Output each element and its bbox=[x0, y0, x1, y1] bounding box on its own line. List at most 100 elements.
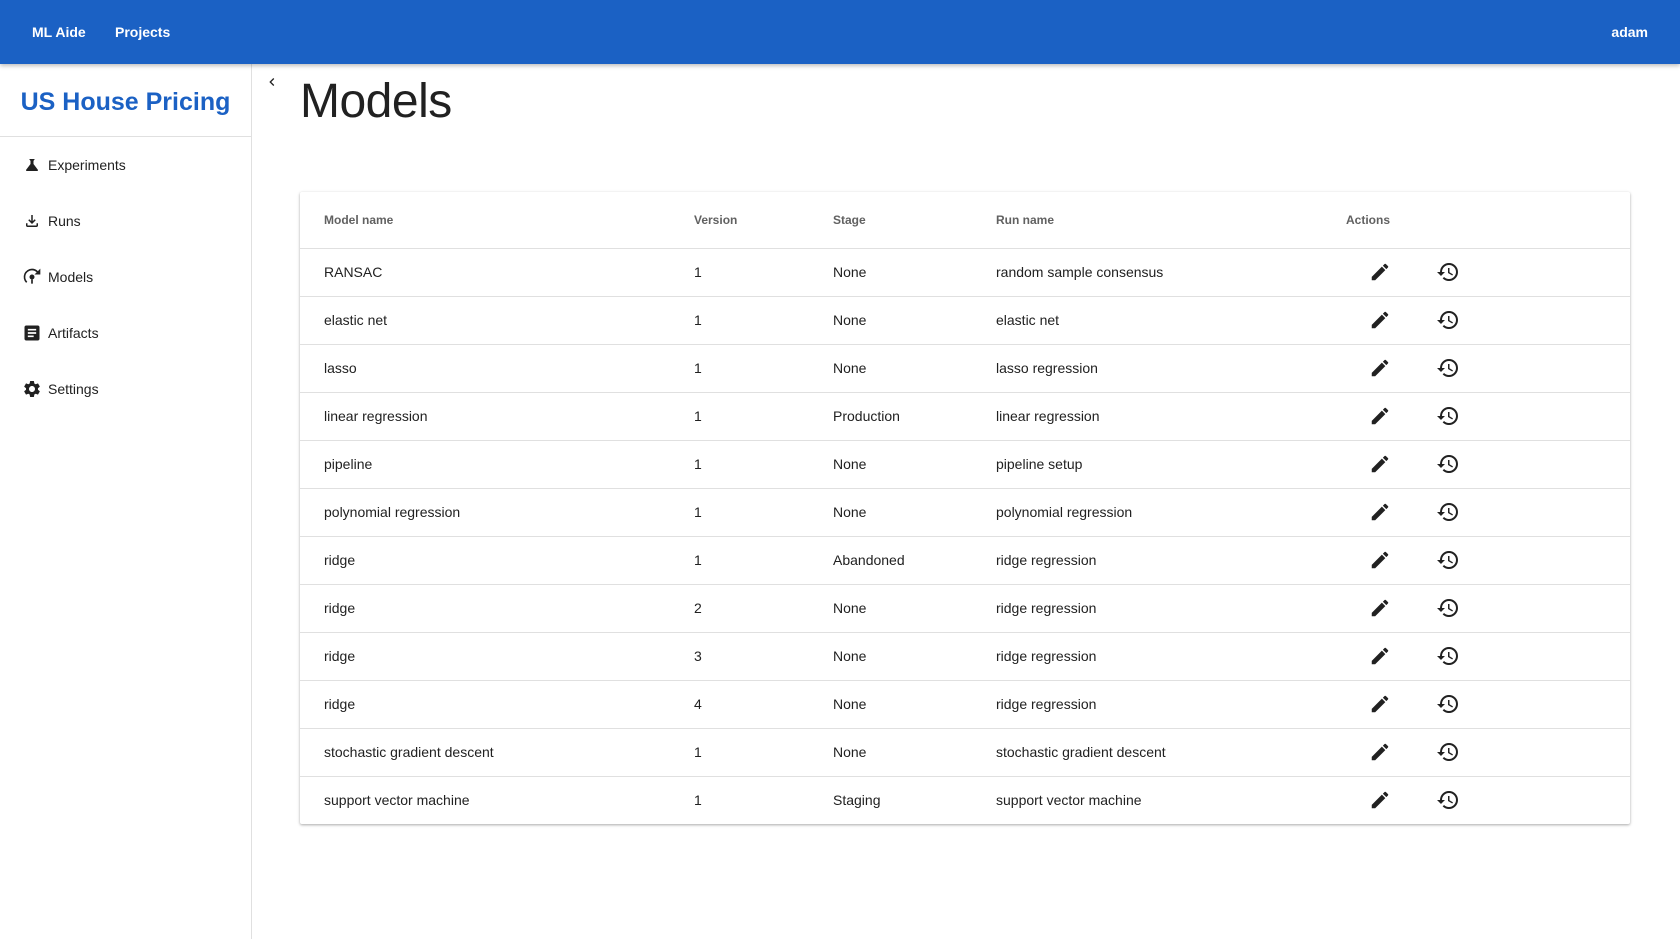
cell-model-name[interactable]: RANSAC bbox=[300, 248, 694, 297]
model-name[interactable]: pipeline bbox=[324, 456, 372, 472]
run-name[interactable]: random sample consensus bbox=[996, 264, 1163, 280]
cell-model-name[interactable]: stochastic gradient descent bbox=[300, 728, 694, 777]
run-name[interactable]: ridge regression bbox=[996, 600, 1096, 616]
history-button[interactable] bbox=[1436, 596, 1460, 620]
brand-link[interactable]: ML Aide bbox=[32, 0, 86, 64]
run-name[interactable]: ridge regression bbox=[996, 648, 1096, 664]
sidebar-item-settings[interactable]: Settings bbox=[0, 361, 251, 417]
run-name[interactable]: linear regression bbox=[996, 408, 1100, 424]
edit-button[interactable] bbox=[1368, 740, 1392, 764]
edit-button[interactable] bbox=[1368, 260, 1392, 284]
model-name[interactable]: RANSAC bbox=[324, 264, 382, 280]
history-button[interactable] bbox=[1436, 740, 1460, 764]
cell-version: 1 bbox=[694, 296, 833, 345]
cell-model-name[interactable]: ridge bbox=[300, 584, 694, 633]
table-row: RANSAC 1 None random sample consensus bbox=[300, 248, 1630, 297]
cell-model-name[interactable]: ridge bbox=[300, 680, 694, 729]
table-row: polynomial regression 1 None polynomial … bbox=[300, 488, 1630, 537]
run-name[interactable]: elastic net bbox=[996, 312, 1059, 328]
run-name[interactable]: pipeline setup bbox=[996, 456, 1082, 472]
cell-actions bbox=[1346, 680, 1630, 729]
cell-version: 1 bbox=[694, 248, 833, 297]
model-stage: Abandoned bbox=[833, 552, 905, 568]
run-name[interactable]: ridge regression bbox=[996, 552, 1096, 568]
history-button[interactable] bbox=[1436, 500, 1460, 524]
cell-actions bbox=[1346, 392, 1630, 441]
cell-model-name[interactable]: polynomial regression bbox=[300, 488, 694, 537]
run-name[interactable]: stochastic gradient descent bbox=[996, 744, 1166, 760]
edit-button[interactable] bbox=[1368, 788, 1392, 812]
edit-button[interactable] bbox=[1368, 452, 1392, 476]
cell-model-name[interactable]: ridge bbox=[300, 632, 694, 681]
sidebar-item-label: Artifacts bbox=[48, 325, 99, 341]
sidebar-item-experiments[interactable]: Experiments bbox=[0, 137, 251, 193]
model-name[interactable]: ridge bbox=[324, 552, 355, 568]
history-icon bbox=[1436, 599, 1458, 617]
cell-actions bbox=[1346, 776, 1630, 824]
history-button[interactable] bbox=[1436, 356, 1460, 380]
sidebar-item-artifacts[interactable]: Artifacts bbox=[0, 305, 251, 361]
model-stage: Staging bbox=[833, 792, 881, 809]
model-name[interactable]: stochastic gradient descent bbox=[324, 744, 494, 760]
history-icon bbox=[1436, 263, 1458, 281]
cell-actions bbox=[1346, 632, 1630, 681]
edit-icon bbox=[1371, 791, 1389, 809]
table-row: stochastic gradient descent 1 None stoch… bbox=[300, 728, 1630, 777]
run-name[interactable]: lasso regression bbox=[996, 360, 1098, 376]
history-button[interactable] bbox=[1436, 260, 1460, 284]
model-name[interactable]: elastic net bbox=[324, 312, 387, 328]
cell-model-name[interactable]: linear regression bbox=[300, 392, 694, 441]
edit-button[interactable] bbox=[1368, 308, 1392, 332]
table-row: ridge 1 Abandoned ridge regression bbox=[300, 536, 1630, 585]
cell-model-name[interactable]: pipeline bbox=[300, 440, 694, 489]
cell-model-name[interactable]: ridge bbox=[300, 536, 694, 585]
cell-run-name: ridge regression bbox=[996, 584, 1346, 633]
cell-version: 1 bbox=[694, 440, 833, 489]
cell-stage: None bbox=[833, 680, 996, 729]
cell-model-name[interactable]: lasso bbox=[300, 344, 694, 393]
cell-model-name[interactable]: support vector machine bbox=[300, 776, 694, 824]
cell-model-name[interactable]: elastic net bbox=[300, 296, 694, 345]
history-button[interactable] bbox=[1436, 788, 1460, 812]
cell-run-name: ridge regression bbox=[996, 536, 1346, 585]
edit-button[interactable] bbox=[1368, 548, 1392, 572]
model-stage: None bbox=[833, 648, 867, 664]
edit-icon bbox=[1371, 551, 1389, 569]
model-name[interactable]: ridge bbox=[324, 600, 355, 616]
history-button[interactable] bbox=[1436, 404, 1460, 428]
edit-button[interactable] bbox=[1368, 692, 1392, 716]
history-button[interactable] bbox=[1436, 644, 1460, 668]
run-name[interactable]: polynomial regression bbox=[996, 504, 1132, 520]
sidebar-item-models[interactable]: Models bbox=[0, 249, 251, 305]
edit-button[interactable] bbox=[1368, 404, 1392, 428]
cell-actions bbox=[1346, 728, 1630, 777]
sidebar-item-runs[interactable]: Runs bbox=[0, 193, 251, 249]
cell-actions bbox=[1346, 248, 1630, 297]
history-button[interactable] bbox=[1436, 548, 1460, 572]
run-name[interactable]: support vector machine bbox=[996, 792, 1142, 808]
model-name[interactable]: polynomial regression bbox=[324, 504, 460, 520]
model-name[interactable]: ridge bbox=[324, 648, 355, 664]
cell-version: 4 bbox=[694, 680, 833, 729]
cell-run-name: support vector machine bbox=[996, 776, 1346, 824]
cell-actions bbox=[1346, 344, 1630, 393]
collapse-sidebar-button[interactable] bbox=[262, 74, 282, 94]
edit-button[interactable] bbox=[1368, 500, 1392, 524]
run-name[interactable]: ridge regression bbox=[996, 696, 1096, 712]
history-button[interactable] bbox=[1436, 692, 1460, 716]
edit-button[interactable] bbox=[1368, 644, 1392, 668]
model-version: 1 bbox=[694, 360, 702, 376]
history-button[interactable] bbox=[1436, 452, 1460, 476]
edit-button[interactable] bbox=[1368, 356, 1392, 380]
model-name[interactable]: linear regression bbox=[324, 408, 428, 424]
cell-stage: None bbox=[833, 440, 996, 489]
model-name[interactable]: lasso bbox=[324, 360, 357, 376]
projects-link[interactable]: Projects bbox=[115, 0, 170, 64]
edit-button[interactable] bbox=[1368, 596, 1392, 620]
model-stage: None bbox=[833, 600, 867, 616]
user-menu[interactable]: adam bbox=[1611, 0, 1648, 64]
model-name[interactable]: ridge bbox=[324, 696, 355, 712]
table-header-row: Model name Version Stage Run name Action… bbox=[300, 192, 1630, 249]
model-name[interactable]: support vector machine bbox=[324, 792, 470, 808]
history-button[interactable] bbox=[1436, 308, 1460, 332]
